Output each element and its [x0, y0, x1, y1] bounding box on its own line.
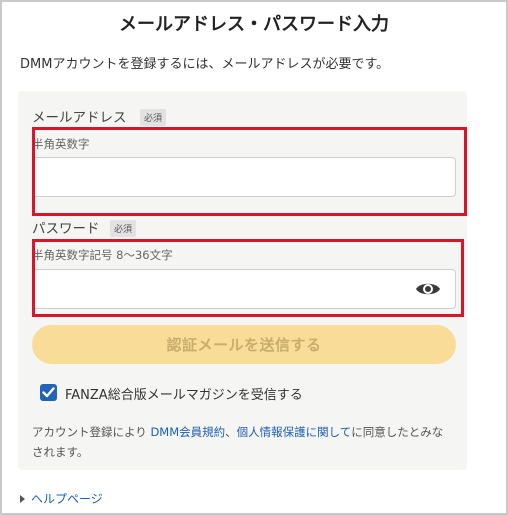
terms-separator: 、: [225, 425, 237, 439]
intro-text: DMMアカウントを登録するには、メールアドレスが必要です。: [20, 57, 390, 72]
help-page-label: ヘルプページ: [31, 492, 103, 506]
help-page-link[interactable]: ヘルプページ: [20, 490, 103, 507]
registration-frame: メールアドレス・パスワード入力 DMMアカウントを登録するには、メールアドレスが…: [0, 0, 508, 515]
email-hint: 半角英数字: [32, 137, 90, 151]
form-panel: メールアドレス 必須 半角英数字 パスワード 必須 半角英数字記号 8〜36文字: [18, 91, 467, 470]
email-field[interactable]: [32, 157, 456, 197]
terms-link[interactable]: DMM会員規約: [150, 425, 225, 439]
email-label: メールアドレス: [32, 110, 127, 126]
password-hint: 半角英数字記号 8〜36文字: [32, 248, 173, 262]
newsletter-label[interactable]: FANZA総合版メールマガジンを受信する: [65, 384, 303, 403]
checkmark-icon: [42, 387, 55, 398]
email-required-badge: 必須: [140, 109, 167, 126]
page-title: メールアドレス・パスワード入力: [119, 14, 389, 35]
terms-notice: アカウント登録により DMM会員規約、個人情報保護に関してに同意したとみなされま…: [32, 422, 452, 462]
send-verification-button[interactable]: 認証メールを送信する: [32, 325, 456, 364]
terms-prefix: アカウント登録により: [32, 425, 151, 439]
newsletter-checkbox[interactable]: [40, 384, 57, 401]
triangle-right-icon: [20, 494, 25, 503]
password-required-badge: 必須: [110, 220, 137, 237]
password-field[interactable]: [32, 269, 456, 309]
password-label: パスワード: [32, 221, 100, 237]
eye-icon[interactable]: [415, 279, 441, 299]
privacy-link[interactable]: 個人情報保護に関して: [237, 425, 352, 439]
